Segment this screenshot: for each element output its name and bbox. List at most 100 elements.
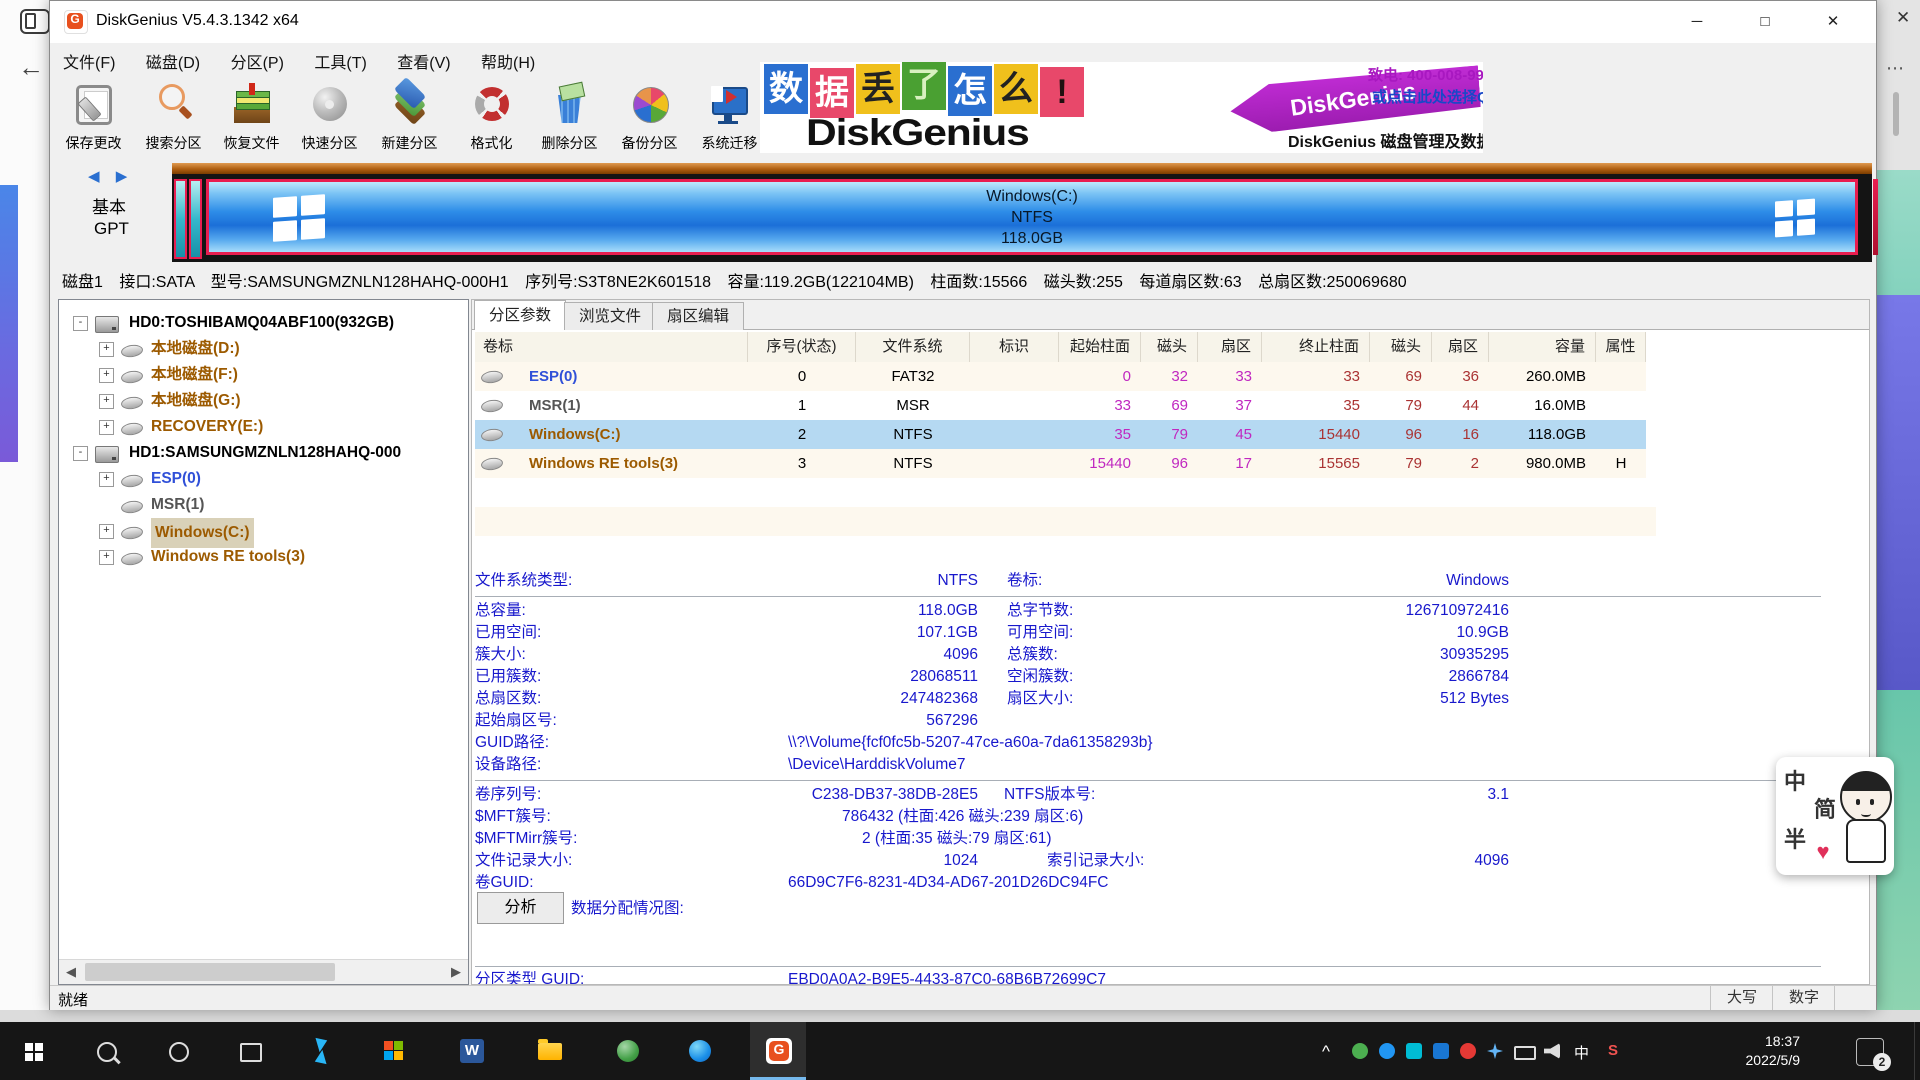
partition-bar-size: 118.0GB <box>209 228 1855 249</box>
tab-partition-params[interactable]: 分区参数 <box>474 300 566 330</box>
menu-file[interactable]: 文件(F) <box>50 43 128 79</box>
sogou-icon[interactable]: S <box>1608 1042 1618 1059</box>
collapse-icon[interactable]: - <box>73 446 88 461</box>
hd0-disk-bar[interactable] <box>172 163 1872 174</box>
esp-partition-bar[interactable] <box>174 179 187 259</box>
volume-icon[interactable] <box>1544 1043 1560 1059</box>
tree-item-local-f[interactable]: + 本地磁盘(F:) <box>59 362 468 388</box>
background-blue-bar <box>0 185 18 462</box>
tray-teal-icon[interactable] <box>1406 1043 1422 1059</box>
table-row-esp[interactable]: ESP(0) 0 FAT32 0 32 33 33 69 36 260.0MB <box>475 362 1646 391</box>
tray-snowflake-icon[interactable] <box>1487 1043 1503 1059</box>
background-close-icon[interactable]: ✕ <box>1896 8 1910 28</box>
tray-qq-icon[interactable] <box>1433 1043 1449 1059</box>
menu-disk[interactable]: 磁盘(D) <box>133 43 213 79</box>
disk-nav-arrows[interactable]: ◀ ▶ <box>88 167 133 185</box>
pinned-app-browser[interactable] <box>600 1022 656 1080</box>
search-partition-icon <box>152 83 196 127</box>
backup-partition-button[interactable]: 备份分区 <box>610 77 689 157</box>
delete-partition-button[interactable]: 删除分区 <box>530 77 609 157</box>
background-tab-icon[interactable] <box>20 9 50 34</box>
tray-expand-button[interactable]: ^ <box>1322 1042 1330 1062</box>
format-button[interactable]: 格式化 <box>452 77 531 157</box>
table-row-msr[interactable]: MSR(1) 1 MSR 33 69 37 35 79 44 16.0MB <box>475 391 1646 420</box>
pinned-app-word[interactable]: W <box>444 1022 500 1080</box>
collapse-icon[interactable]: - <box>73 316 88 331</box>
tree-horizontal-scrollbar[interactable]: ◀ ▶ <box>59 959 468 984</box>
pinned-app-bolt[interactable] <box>294 1022 350 1080</box>
ime-chinese-mode[interactable]: 中 <box>1778 765 1812 799</box>
menu-partition[interactable]: 分区(P) <box>218 43 297 79</box>
search-partition-button[interactable]: 搜索分区 <box>134 77 213 157</box>
notification-center-button[interactable]: 2 <box>1856 1038 1884 1066</box>
banner-tile: 据 <box>810 68 854 118</box>
menu-view[interactable]: 查看(V) <box>384 43 463 79</box>
new-partition-button[interactable]: 新建分区 <box>370 77 449 157</box>
ime-simplified-mode[interactable]: 简 <box>1808 793 1842 827</box>
banner-tile: ! <box>1040 67 1084 117</box>
banner-tile: 怎 <box>948 66 992 116</box>
pinned-app-office[interactable] <box>366 1022 422 1080</box>
file-explorer-button[interactable] <box>522 1022 578 1080</box>
banner-qq-link[interactable]: 或点击此处选择QQ咨询 <box>1372 86 1483 107</box>
tree-item-local-d[interactable]: + 本地磁盘(D:) <box>59 336 468 362</box>
tree-item-local-g[interactable]: + 本地磁盘(G:) <box>59 388 468 414</box>
background-scrollbar-thumb[interactable] <box>1893 92 1899 136</box>
table-header: 卷标 序号(状态) 文件系统 标识 起始柱面 磁头 扇区 终止柱面 磁头 扇区 … <box>475 332 1646 363</box>
promo-banner[interactable]: 数 据 丢 了 怎 么 ! DiskGenius DiskGenius 致电: … <box>760 62 1483 153</box>
tree-item-recovery-e[interactable]: + RECOVERY(E:) <box>59 414 468 440</box>
tree-item-msr[interactable]: MSR(1) <box>59 492 468 518</box>
expand-icon[interactable]: + <box>99 368 114 383</box>
battery-icon[interactable] <box>1514 1046 1536 1060</box>
tree-item-hd0[interactable]: - HD0:TOSHIBAMQ04ABF100(932GB) <box>59 310 468 336</box>
expand-icon[interactable]: + <box>99 420 114 435</box>
expand-icon[interactable]: + <box>99 524 114 539</box>
taskbar-diskgenius-active[interactable]: G <box>750 1022 806 1080</box>
table-row-windows-re[interactable]: Windows RE tools(3) 3 NTFS 15440 96 17 1… <box>475 449 1646 478</box>
tree-item-hd1[interactable]: - HD1:SAMSUNGMZNLN128HAHQ-000 <box>59 440 468 466</box>
menu-tools[interactable]: 工具(T) <box>301 43 379 79</box>
expand-icon[interactable]: + <box>99 342 114 357</box>
save-changes-button[interactable]: 保存更改 <box>54 77 133 157</box>
tree-item-esp[interactable]: + ESP(0) <box>59 466 468 492</box>
expand-icon[interactable]: + <box>99 472 114 487</box>
partition-icon <box>120 526 143 541</box>
taskbar-clock[interactable]: 18:37 2022/5/9 <box>1700 1032 1800 1070</box>
tray-blue-icon[interactable] <box>1379 1043 1395 1059</box>
ime-floating-widget[interactable]: 中 简 半 ♥ <box>1776 757 1894 875</box>
expand-icon[interactable]: + <box>99 394 114 409</box>
msr-partition-bar[interactable] <box>189 179 202 259</box>
ime-indicator[interactable]: 中 <box>1574 1042 1589 1063</box>
expand-icon[interactable]: + <box>99 550 114 565</box>
ime-favorite-icon[interactable]: ♥ <box>1806 835 1840 869</box>
windows-c-partition-bar[interactable]: Windows(C:) NTFS 118.0GB <box>206 179 1858 255</box>
tray-red-icon[interactable] <box>1460 1043 1476 1059</box>
tab-sector-edit[interactable]: 扇区编辑 <box>652 302 744 330</box>
diskgenius-window: G DiskGenius V5.4.3.1342 x64 ─ □ ✕ 文件(F)… <box>49 0 1877 1010</box>
tab-browse-files[interactable]: 浏览文件 <box>564 302 656 330</box>
background-more-icon[interactable]: ⋯ <box>1886 58 1905 79</box>
recover-files-button[interactable]: 恢复文件 <box>212 77 291 157</box>
maximize-button[interactable]: □ <box>1742 1 1788 43</box>
scrollbar-thumb[interactable] <box>85 963 335 981</box>
system-migration-button[interactable]: 系统迁移 <box>690 77 769 157</box>
tray-green-icon[interactable] <box>1352 1043 1368 1059</box>
cortana-button[interactable] <box>150 1022 206 1080</box>
task-view-button[interactable] <box>222 1022 278 1080</box>
menu-help[interactable]: 帮助(H) <box>468 43 548 79</box>
tree-item-windows-re[interactable]: + Windows RE tools(3) <box>59 544 468 570</box>
ime-mascot-face <box>1840 771 1892 823</box>
back-arrow-icon[interactable]: ← <box>18 52 44 83</box>
quick-partition-button[interactable]: 快速分区 <box>290 77 369 157</box>
start-button[interactable] <box>6 1022 62 1080</box>
tree-item-windows-c[interactable]: + Windows(C:) <box>59 518 468 544</box>
status-caps: 大写 <box>1710 986 1773 1010</box>
cortana-icon <box>169 1042 189 1062</box>
minimize-button[interactable]: ─ <box>1674 1 1720 43</box>
analyze-button[interactable]: 分析 <box>477 892 564 924</box>
close-button[interactable]: ✕ <box>1810 1 1856 43</box>
taskbar-search-button[interactable] <box>78 1022 134 1080</box>
pinned-app-edge[interactable] <box>672 1022 728 1080</box>
table-row-windows-c-selected[interactable]: Windows(C:) 2 NTFS 35 79 45 15440 96 16 … <box>475 420 1646 449</box>
show-desktop-button[interactable] <box>1914 1022 1920 1080</box>
